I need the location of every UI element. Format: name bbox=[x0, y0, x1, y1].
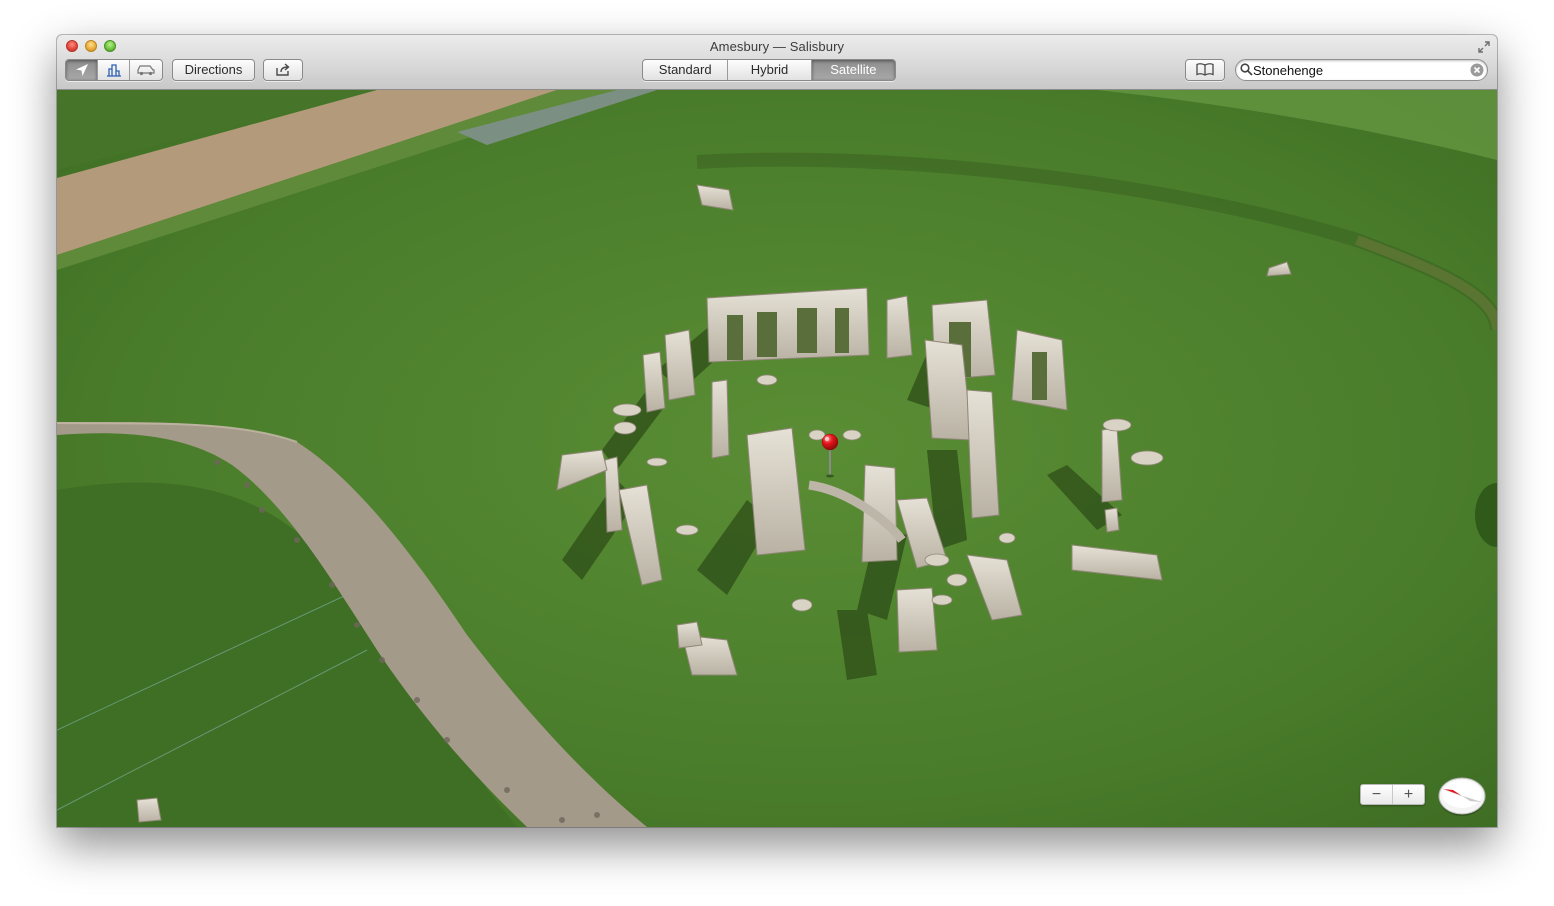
map-mode-segment: Standard Hybrid Satellite bbox=[642, 59, 896, 81]
satellite-mode-button[interactable]: Satellite bbox=[811, 60, 895, 80]
3d-view-button[interactable] bbox=[98, 60, 130, 80]
toolbar: Amesbury — Salisbury Directions Standard… bbox=[57, 35, 1497, 90]
standard-mode-button[interactable]: Standard bbox=[643, 60, 729, 80]
map-tools-segment bbox=[65, 59, 163, 81]
3d-buildings-icon bbox=[106, 64, 121, 77]
share-icon bbox=[276, 63, 290, 76]
zoom-control: − + bbox=[1360, 784, 1425, 805]
share-button[interactable] bbox=[263, 59, 303, 81]
current-location-button[interactable] bbox=[66, 60, 99, 80]
search-field[interactable] bbox=[1235, 59, 1488, 81]
magnifier-icon bbox=[1240, 63, 1253, 76]
clear-icon[interactable] bbox=[1470, 63, 1484, 77]
traffic-button[interactable] bbox=[130, 60, 162, 80]
location-arrow-icon bbox=[75, 64, 88, 76]
maps-window: Amesbury — Salisbury Directions Standard… bbox=[57, 35, 1497, 827]
window-title: Amesbury — Salisbury bbox=[709, 39, 845, 54]
zoom-in-button[interactable]: + bbox=[1393, 785, 1424, 804]
car-icon bbox=[137, 65, 155, 76]
directions-button[interactable]: Directions bbox=[172, 59, 255, 81]
compass-icon[interactable] bbox=[1438, 776, 1486, 818]
satellite-map[interactable] bbox=[57, 90, 1497, 827]
search-input[interactable] bbox=[1253, 61, 1463, 79]
zoom-out-button[interactable]: − bbox=[1361, 785, 1393, 804]
bookmarks-book-icon bbox=[1196, 63, 1214, 76]
fullscreen-icon[interactable] bbox=[1477, 40, 1491, 54]
bookmarks-button[interactable] bbox=[1185, 59, 1225, 81]
hybrid-mode-button[interactable]: Hybrid bbox=[728, 60, 812, 80]
